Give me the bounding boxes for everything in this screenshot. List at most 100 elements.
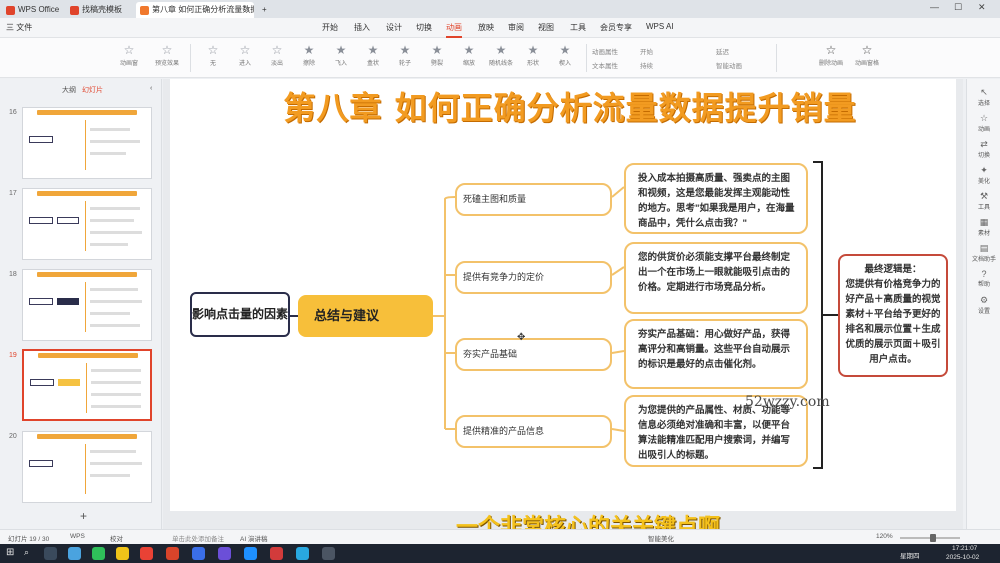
app-icon[interactable]: [68, 547, 81, 560]
settings-tool[interactable]: ⚙ 设置: [967, 295, 1000, 315]
effect-fly[interactable]: ★ 飞入: [324, 42, 358, 74]
effect-shape[interactable]: ★ 形状: [516, 42, 550, 74]
wps-status[interactable]: WPS: [70, 533, 85, 540]
effect-fade[interactable]: ☆ 淡出: [260, 42, 294, 74]
menu-slideshow[interactable]: 放映: [478, 22, 494, 33]
zoom-slider[interactable]: [900, 534, 960, 542]
search-icon[interactable]: ⌕: [24, 547, 29, 558]
menu-member[interactable]: 会员专享: [600, 22, 632, 33]
summary-node[interactable]: 总结与建议: [298, 295, 433, 337]
delete-animation-button[interactable]: ☆ 删除动画: [814, 42, 848, 74]
animation-pane-toggle[interactable]: ☆ 动画窗格: [850, 42, 884, 74]
effect-wheel[interactable]: ★ 轮子: [388, 42, 422, 74]
fly-icon: ★: [335, 43, 347, 57]
menu-tools[interactable]: 工具: [570, 22, 586, 33]
slide-thumbnail-19[interactable]: [22, 349, 152, 421]
effect-wedge[interactable]: ★ 楔入: [548, 42, 582, 74]
branch-product-base[interactable]: 夯实产品基础: [455, 338, 612, 371]
desc-pricing[interactable]: 您的供货价必须能支撑平台最终制定出一个在市场上一眼就能吸引点击的价格。定期进行市…: [624, 242, 808, 314]
thumb-title: [37, 272, 137, 277]
menu-animation[interactable]: 动画: [446, 22, 462, 38]
branch-pricing[interactable]: 提供有竞争力的定价: [455, 261, 612, 294]
app-icon[interactable]: [322, 547, 335, 560]
add-slide-button[interactable]: +: [80, 509, 87, 523]
watermark: 52wzzy.com: [745, 394, 830, 410]
maximize-icon[interactable]: ☐: [954, 2, 962, 13]
menu-transition[interactable]: 切换: [416, 22, 432, 33]
slide-thumbnail-17[interactable]: [22, 188, 152, 260]
ai-app-icon[interactable]: [192, 547, 205, 560]
final-logic-box[interactable]: 最终逻辑是： 您提供有价格竞争力的好产品＋高质量的视觉素材＋平台给予更好的排名和…: [838, 254, 948, 377]
doc-assistant-tool[interactable]: ▤ 文档助手: [967, 243, 1000, 263]
proofread-button[interactable]: 校对: [110, 533, 123, 543]
menu-design[interactable]: 设计: [386, 22, 402, 33]
material-tool[interactable]: ▦ 素材: [967, 217, 1000, 237]
recorder-icon[interactable]: [270, 547, 283, 560]
effect-random-lines[interactable]: ★ 随机线条: [484, 42, 518, 74]
factor-node[interactable]: 影响点击量的因素: [190, 292, 290, 337]
delay-option[interactable]: 延迟: [716, 46, 729, 56]
effect-split[interactable]: ★ 劈裂: [420, 42, 454, 74]
effect-wipe[interactable]: ★ 擦除: [292, 42, 326, 74]
template-icon: [70, 6, 79, 15]
tab-slides[interactable]: 幻灯片: [82, 85, 103, 95]
close-tab-icon[interactable]: ×: [245, 2, 250, 18]
clock-time[interactable]: 17:21:07: [952, 545, 977, 552]
wechat-icon[interactable]: [92, 547, 105, 560]
menu-view[interactable]: 视图: [538, 22, 554, 33]
ai-speech-button[interactable]: AI 演讲稿: [240, 533, 267, 543]
folder-icon[interactable]: [116, 547, 129, 560]
menu-insert[interactable]: 插入: [354, 22, 370, 33]
task-view-icon[interactable]: [44, 547, 57, 560]
new-tab-button[interactable]: +: [258, 2, 274, 18]
clock-date[interactable]: 2025-10-02: [946, 554, 979, 561]
tab-templates[interactable]: 找稿壳模板: [66, 2, 132, 18]
smart-beautify-button[interactable]: 智能美化: [648, 533, 674, 543]
beautify-tool[interactable]: ✦ 美化: [967, 165, 1000, 185]
app-icon[interactable]: [218, 547, 231, 560]
menu-start[interactable]: 开始: [322, 22, 338, 33]
slide-thumbnail-18[interactable]: [22, 269, 152, 341]
zoom-level[interactable]: 120%: [876, 533, 893, 540]
notes-hint[interactable]: 单击此处添加备注: [172, 533, 224, 543]
preview-effect-button[interactable]: ☆ 预览效果: [150, 42, 184, 74]
effect-zoom[interactable]: ★ 缩放: [452, 42, 486, 74]
help-tool[interactable]: ? 帮助: [967, 269, 1000, 288]
animation-attr-dropdown[interactable]: 动画属性: [592, 46, 618, 56]
smart-animation-option[interactable]: 智能动画: [716, 60, 742, 70]
start-option[interactable]: 开始: [640, 46, 653, 56]
branch-product-info[interactable]: 提供精准的产品信息: [455, 415, 612, 448]
select-tool[interactable]: ↖ 选择: [967, 87, 1000, 107]
chrome-icon[interactable]: [140, 547, 153, 560]
close-window-icon[interactable]: ✕: [978, 2, 986, 13]
tab-document[interactable]: 第八章 如何正确分析流量数据 ×: [136, 2, 254, 18]
animation-pane-button[interactable]: ☆ 动画窗: [112, 42, 146, 74]
app-icon[interactable]: [244, 547, 257, 560]
desc-product-base[interactable]: 夯实产品基础：用心做好产品，获得高评分和高销量。这些平台自动展示的标识是最好的点…: [624, 319, 808, 389]
app-icon[interactable]: [296, 547, 309, 560]
effect-enter[interactable]: ☆ 进入: [228, 42, 262, 74]
slide-thumbnail-20[interactable]: [22, 431, 152, 503]
wps-taskbar-icon[interactable]: [166, 547, 179, 560]
menu-review[interactable]: 审阅: [508, 22, 524, 33]
transition-tool[interactable]: ⇄ 切换: [967, 139, 1000, 159]
windows-start-icon[interactable]: ⊞: [6, 547, 14, 558]
tab-wps-office[interactable]: WPS Office: [2, 2, 62, 18]
zoom-slider-handle[interactable]: [930, 534, 936, 542]
file-menu[interactable]: 三 文件: [6, 22, 32, 33]
tab-outline[interactable]: 大纲: [62, 85, 76, 95]
collapse-pane-icon[interactable]: ‹: [150, 85, 152, 92]
summary-bracket: [813, 161, 823, 469]
tools-tool[interactable]: ⚒ 工具: [967, 191, 1000, 211]
animation-tool[interactable]: ☆ 动画: [967, 113, 1000, 133]
minimize-icon[interactable]: —: [930, 2, 939, 12]
effect-box[interactable]: ★ 盒状: [356, 42, 390, 74]
duration-option[interactable]: 持续: [640, 60, 653, 70]
effect-none[interactable]: ☆ 无: [196, 42, 230, 74]
slide-canvas[interactable]: 第八章 如何正确分析流量数据提升销量 影响点击量的因素 总结与建议 死磕主图和质…: [170, 79, 956, 539]
desc-main-image[interactable]: 投入成本拍摄高质量、强卖点的主图和视频，这是您最能发挥主观能动性的地方。思考"如…: [624, 163, 808, 234]
text-attr-dropdown[interactable]: 文本属性: [592, 60, 618, 70]
slide-thumbnail-16[interactable]: [22, 107, 152, 179]
branch-main-image[interactable]: 死磕主图和质量: [455, 183, 612, 216]
menu-wps-ai[interactable]: WPS AI: [646, 22, 674, 31]
